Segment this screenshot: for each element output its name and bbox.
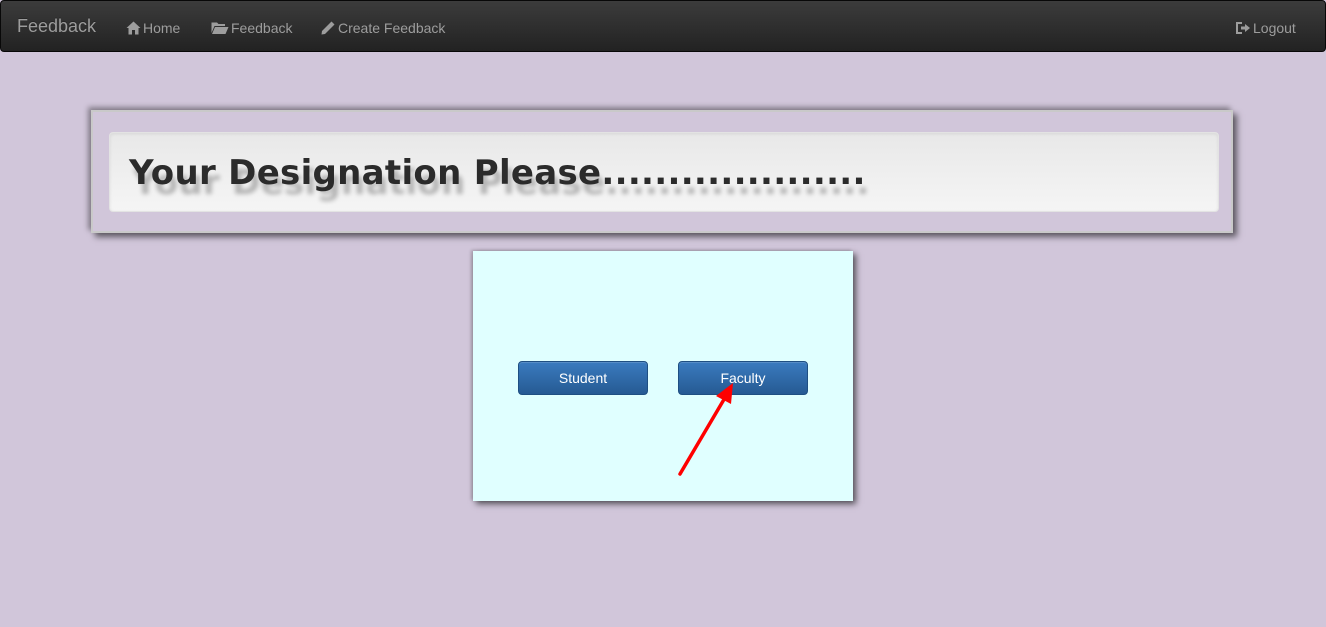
student-button[interactable]: Student [518, 361, 648, 395]
top-navbar: Feedback Home Feedback Create Feedback L… [0, 0, 1326, 52]
banner-well: Your Designation Please.................… [109, 132, 1219, 212]
nav-home-label: Home [143, 20, 181, 36]
designation-card: Student Faculty [473, 251, 853, 501]
nav-feedback[interactable]: Feedback [211, 18, 292, 38]
page-title: Your Designation Please.................… [129, 153, 866, 193]
nav-create-feedback[interactable]: Create Feedback [320, 18, 445, 38]
nav-feedback-label: Feedback [231, 20, 293, 36]
faculty-button[interactable]: Faculty [678, 361, 808, 395]
nav-logout-label: Logout [1253, 20, 1296, 36]
brand-link[interactable]: Feedback [17, 16, 96, 37]
pencil-icon [320, 21, 336, 35]
nav-create-feedback-label: Create Feedback [338, 20, 446, 36]
home-icon [126, 21, 141, 35]
logout-icon [1235, 21, 1251, 35]
nav-home[interactable]: Home [126, 18, 180, 38]
folder-open-icon [211, 21, 229, 35]
designation-banner: Your Designation Please.................… [91, 110, 1233, 233]
nav-logout[interactable]: Logout [1235, 18, 1296, 38]
